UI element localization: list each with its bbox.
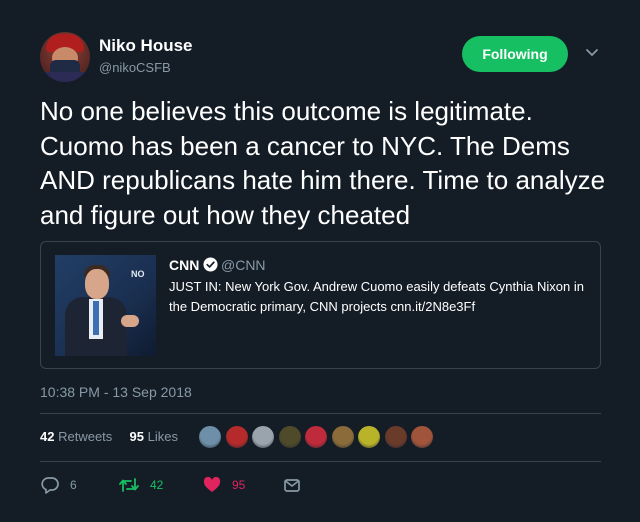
quoted-tweet-text: JUST IN: New York Gov. Andrew Cuomo easi… [169, 279, 584, 314]
author-avatar[interactable] [40, 32, 90, 82]
following-button[interactable]: Following [462, 36, 568, 72]
retweet-count: 42 [150, 478, 164, 492]
likes-label[interactable]: Likes [148, 429, 178, 444]
verified-badge-icon [203, 257, 218, 272]
tweet-stats: 42 Retweets 95 Likes [40, 429, 178, 444]
liker-avatar[interactable] [277, 425, 302, 449]
chevron-down-icon[interactable] [584, 44, 600, 60]
liker-avatar[interactable] [330, 425, 355, 449]
quoted-tweet-image[interactable]: NO [55, 255, 156, 356]
tweet-header: Niko House @nikoCSFB Following [40, 32, 620, 84]
quoted-author-handle[interactable]: @CNN [221, 257, 266, 273]
quoted-image-logo-text: NO [131, 269, 145, 279]
reply-count: 6 [70, 478, 77, 492]
quoted-tweet[interactable]: NO CNN @CNN JUST IN: New York Gov. Andre… [40, 241, 601, 369]
retweet-button[interactable]: 42 [118, 474, 163, 496]
liker-avatar[interactable] [304, 425, 328, 449]
like-button[interactable]: 95 [202, 474, 245, 496]
retweets-count[interactable]: 42 [40, 429, 54, 444]
envelope-icon [284, 479, 300, 492]
liker-avatar[interactable] [357, 425, 381, 449]
reply-icon [41, 477, 59, 494]
liker-avatar[interactable] [251, 425, 275, 449]
retweet-icon [119, 478, 139, 492]
tweet-timestamp[interactable]: 10:38 PM - 13 Sep 2018 [40, 384, 192, 400]
heart-icon [203, 476, 221, 492]
reply-button[interactable]: 6 [40, 474, 77, 496]
tweet-actions: 6 42 95 [40, 474, 340, 496]
liker-avatar[interactable] [383, 425, 408, 449]
direct-message-button[interactable] [283, 474, 301, 496]
liker-avatar[interactable] [410, 425, 434, 449]
author-display-name[interactable]: Niko House [99, 36, 193, 56]
liker-avatar[interactable] [198, 425, 222, 449]
liker-avatar[interactable] [224, 425, 249, 449]
quoted-author-name[interactable]: CNN [169, 257, 199, 273]
tweet-text: No one believes this outcome is legitima… [40, 96, 606, 230]
author-handle[interactable]: @nikoCSFB [99, 60, 171, 75]
divider [40, 413, 601, 414]
likes-count[interactable]: 95 [130, 429, 144, 444]
like-count: 95 [232, 478, 246, 492]
divider [40, 461, 601, 462]
retweets-label[interactable]: Retweets [58, 429, 112, 444]
